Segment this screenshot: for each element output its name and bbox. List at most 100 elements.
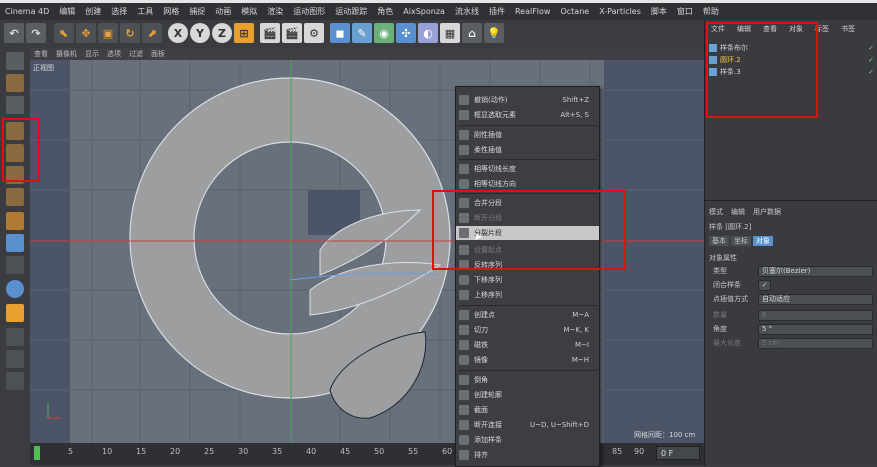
menu-item[interactable]: 模拟 [236,6,262,17]
redo-icon[interactable]: ↷ [26,23,46,43]
menu-item-mirror[interactable]: 镜像 M~H [456,353,599,367]
viewport-menu-item[interactable]: 摄像机 [52,49,81,59]
attribute-tab[interactable]: 模式 [709,207,723,217]
viewport-menu-item[interactable]: 显示 [81,49,103,59]
attribute-subtab[interactable]: 对象 [753,236,773,246]
attribute-tab[interactable]: 编辑 [731,207,745,217]
grid-icon[interactable] [6,328,24,346]
max-length-field[interactable]: 5 cm [758,337,873,349]
layer-icon[interactable] [6,350,24,368]
menu-item[interactable]: Cinema 4D [0,7,54,16]
menu-item[interactable]: 运动跟踪 [330,6,372,17]
move-tool-icon[interactable]: ✥ [76,23,96,43]
menu-item-create-point[interactable]: 创建点 M~A [456,308,599,322]
menu-item-disconnect[interactable]: 断开连接 U~D, U~Shift+D [456,418,599,432]
type-dropdown[interactable]: 贝塞尔(Bezier) [758,265,873,277]
menu-item-move-down-sequence[interactable]: 下移序列 [456,273,599,287]
render-picture-viewer-icon[interactable]: 🎬 [282,23,302,43]
menu-item-create-outline[interactable]: 创建轮廓 [456,388,599,402]
z-axis-icon[interactable]: Z [212,23,232,43]
menu-item-arrange[interactable]: 排齐 [456,448,599,462]
menu-item-equal-tangent-direction[interactable]: 相等切线方向 [456,177,599,191]
texture-mode-icon[interactable] [6,96,24,114]
menu-item[interactable]: Octane [555,7,594,16]
live-select-icon[interactable]: ⬈ [142,23,162,43]
render-view-icon[interactable]: 🎬 [260,23,280,43]
attribute-tab[interactable]: 用户数据 [753,207,781,217]
model-mode-icon[interactable] [6,74,24,92]
menu-item[interactable]: 选择 [106,6,132,17]
menu-item[interactable]: 编辑 [54,6,80,17]
menu-item[interactable]: 流水线 [450,6,484,17]
axis-mode-icon[interactable] [6,188,24,206]
number-field[interactable]: 8 [758,309,873,321]
select-tool-icon[interactable]: ⬉ [54,23,74,43]
subdivision-icon[interactable]: ◉ [374,23,394,43]
menu-item-cross-section[interactable]: 截面 [456,403,599,417]
pen-spline-icon[interactable]: ✎ [352,23,372,43]
render-settings-icon[interactable]: ⚙ [304,23,324,43]
menu-item-move-up-sequence[interactable]: 上移序列 [456,288,599,302]
viewport-menu-item[interactable]: 过滤 [125,49,147,59]
undo-icon[interactable]: ↶ [4,23,24,43]
scene-icon[interactable]: ▦ [440,23,460,43]
coordinate-system-icon[interactable]: ⊞ [234,23,254,43]
soft-selection-icon[interactable] [6,256,24,274]
menu-item[interactable]: 脚本 [646,6,672,17]
menu-item[interactable]: 帮助 [698,6,724,17]
menu-item[interactable]: 运动图形 [288,6,330,17]
camera-icon[interactable]: ⌂ [462,23,482,43]
x-axis-icon[interactable]: X [168,23,188,43]
menu-item[interactable]: 捕捉 [184,6,210,17]
sculpt-icon[interactable] [6,280,24,298]
menu-item[interactable]: 动画 [210,6,236,17]
menu-item-equal-tangent-length[interactable]: 相等切线长度 [456,162,599,176]
menu-item[interactable]: AixSponza [398,7,450,16]
menu-item-frame-selected[interactable]: 框显选取元素 Alt+S, S [456,108,599,122]
menu-item-add-spline[interactable]: 添加样条 [456,433,599,447]
light-icon[interactable]: 💡 [484,23,504,43]
menu-item[interactable]: 网格 [158,6,184,17]
menu-item[interactable]: 角色 [372,6,398,17]
y-axis-icon[interactable]: Y [190,23,210,43]
attribute-subtab[interactable]: 基本 [709,236,729,246]
playhead-marker[interactable] [34,446,40,460]
menu-item[interactable]: X-Particles [594,7,646,16]
menu-item-knife[interactable]: 切刀 M~K, K [456,323,599,337]
workplane-icon[interactable] [6,212,24,230]
viewport-menu-item[interactable]: 选项 [103,49,125,59]
array-icon[interactable]: ✣ [396,23,416,43]
viewport-menu-item[interactable]: 查看 [30,49,52,59]
object-visibility-check[interactable]: ✓ [868,56,874,64]
make-editable-icon[interactable] [6,52,24,70]
scale-tool-icon[interactable]: ▣ [98,23,118,43]
menu-item-hard-interpolation[interactable]: 刚性插值 [456,128,599,142]
viewport-menu-item[interactable]: 面板 [147,49,169,59]
object-visibility-check[interactable]: ✓ [868,44,874,52]
angle-field[interactable]: 5 ° [758,323,873,335]
timeline[interactable]: 5 10 15 20 25 30 35 40 45 50 55 60 85 90… [30,443,704,465]
menu-item[interactable]: 创建 [80,6,106,17]
lock-workplane-icon[interactable] [6,304,24,322]
attribute-subtab[interactable]: 坐标 [731,236,751,246]
object-tab[interactable]: 书签 [835,24,861,36]
misc-icon[interactable] [6,372,24,390]
menu-item[interactable]: 窗口 [672,6,698,17]
menu-item[interactable]: 插件 [484,6,510,17]
rotate-tool-icon[interactable]: ↻ [120,23,140,43]
current-frame-field[interactable]: 0 F [656,446,700,460]
menu-item-undo[interactable]: 撤销(动作) Shift+Z [456,93,599,107]
menu-item[interactable]: RealFlow [510,7,556,16]
interpolation-dropdown[interactable]: 自动适应 [758,293,873,305]
menu-item[interactable]: 工具 [132,6,158,17]
menu-item-soft-interpolation[interactable]: 柔性插值 [456,143,599,157]
close-spline-checkbox[interactable]: ✓ [758,279,771,291]
object-visibility-check[interactable]: ✓ [868,68,874,76]
snap-icon[interactable] [6,234,24,252]
menu-item-chamfer[interactable]: 倒角 [456,373,599,387]
deformer-icon[interactable]: ◐ [418,23,438,43]
menu-item[interactable]: 渲染 [262,6,288,17]
attribute-tabs: 模式 编辑 用户数据 [709,207,781,217]
cube-icon[interactable]: ◼ [330,23,350,43]
menu-item-magnet[interactable]: 磁铁 M~I [456,338,599,352]
